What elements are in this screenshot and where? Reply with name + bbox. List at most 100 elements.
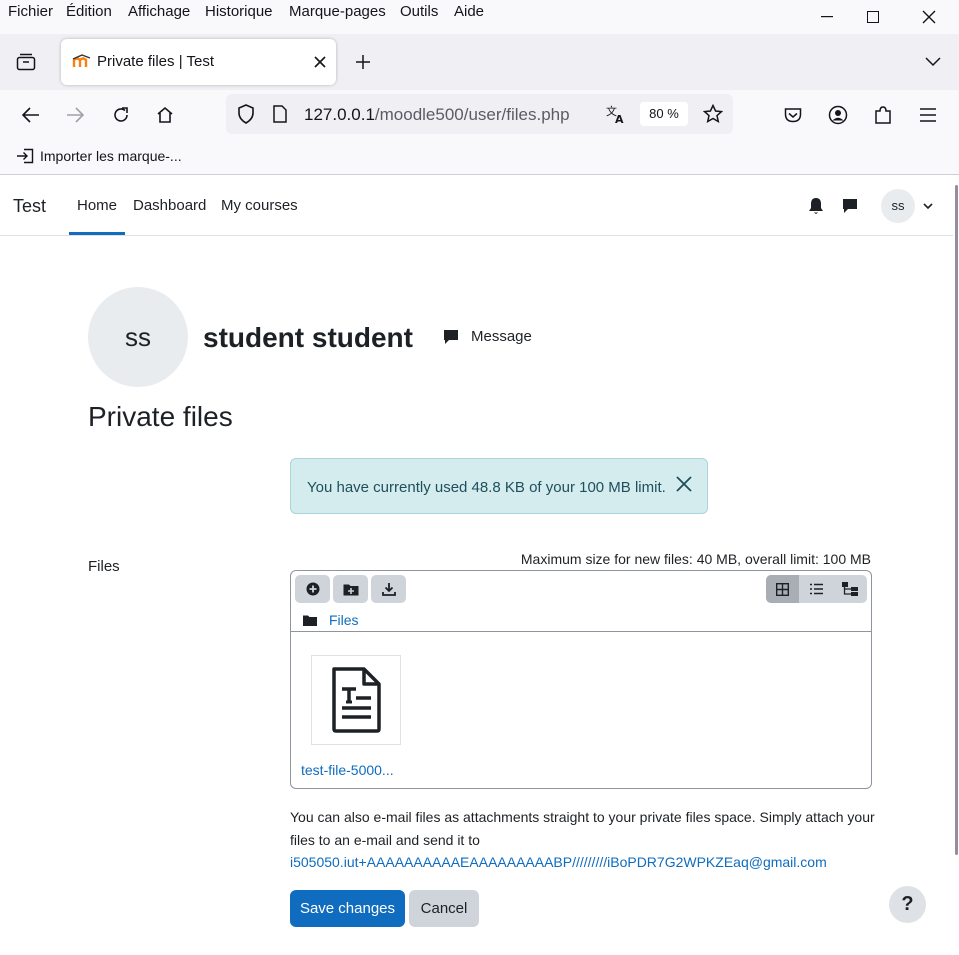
add-file-button[interactable] — [295, 575, 330, 603]
max-size-info: Maximum size for new files: 40 MB, overa… — [520, 551, 871, 567]
extensions-button[interactable] — [867, 99, 899, 131]
page-title: Private files — [88, 401, 233, 432]
page-info-icon[interactable] — [264, 98, 296, 130]
file-manager: Files test-file-5000... — [290, 570, 872, 789]
nav-my-courses[interactable]: My courses — [221, 197, 298, 214]
tab-private-files[interactable]: Private files | Test — [61, 39, 336, 85]
maximize-button[interactable] — [850, 0, 896, 34]
plus-circle-icon — [306, 582, 319, 596]
scrollbar-thumb[interactable] — [955, 185, 958, 855]
import-bookmarks-item[interactable]: Importer les marque-... — [16, 148, 182, 164]
alert-close-button[interactable] — [675, 475, 693, 498]
arrow-right-icon — [67, 107, 84, 123]
close-icon — [922, 10, 936, 24]
url-bar[interactable]: 127.0.0.1/moodle500/user/files.php 文A 80… — [226, 94, 733, 134]
reload-button[interactable] — [105, 99, 137, 131]
translate-icon[interactable]: 文A — [600, 98, 632, 130]
tab-list-button[interactable] — [10, 46, 42, 78]
nav-dashboard[interactable]: Dashboard — [133, 197, 206, 214]
email-address-link[interactable]: i505050.iut+AAAAAAAAAAEAAAAAAAAABP//////… — [290, 854, 827, 870]
zoom-level[interactable]: 80 % — [640, 102, 688, 126]
pocket-icon — [784, 108, 802, 123]
quota-alert: You have currently used 48.8 KB of your … — [290, 458, 708, 514]
tabs-drawer-icon — [16, 53, 36, 71]
menu-aide[interactable]: Aide — [454, 3, 484, 20]
chevron-down-icon — [925, 57, 941, 67]
puzzle-icon — [875, 106, 891, 124]
arrow-left-icon — [22, 107, 39, 123]
tab-strip: Private files | Test — [0, 34, 959, 90]
svg-text:A: A — [615, 113, 624, 124]
tab-title: Private files | Test — [97, 53, 214, 70]
menu-edition[interactable]: Édition — [66, 3, 112, 20]
list-all-tabs-button[interactable] — [917, 46, 949, 78]
tab-close-button[interactable] — [314, 52, 326, 73]
folder-icon — [303, 615, 317, 626]
message-label: Message — [471, 328, 532, 345]
file-name-link[interactable]: test-file-5000... — [301, 762, 394, 778]
cancel-button[interactable]: Cancel — [409, 890, 479, 927]
files-field-label: Files — [88, 558, 120, 575]
create-folder-button[interactable] — [333, 575, 368, 603]
help-button[interactable]: ? — [889, 886, 926, 923]
list-icon — [810, 583, 823, 595]
site-brand[interactable]: Test — [13, 196, 46, 217]
menu-fichier[interactable]: Fichier — [8, 3, 53, 20]
maximize-icon — [867, 11, 879, 23]
breadcrumb: Files — [303, 612, 359, 628]
scrollbar-track[interactable] — [953, 175, 959, 955]
download-all-button[interactable] — [371, 575, 406, 603]
chevron-down-icon — [923, 202, 933, 209]
profile-fullname: student student — [203, 322, 413, 353]
user-menu-toggle[interactable] — [912, 190, 944, 222]
menu-outils[interactable]: Outils — [400, 3, 438, 20]
message-button[interactable]: Message — [443, 328, 532, 345]
home-button[interactable] — [149, 99, 181, 131]
text-file-icon — [332, 667, 381, 733]
menu-bar: Fichier Édition Affichage Historique Mar… — [0, 0, 959, 26]
reload-icon — [114, 107, 128, 122]
new-tab-button[interactable] — [347, 46, 379, 78]
close-icon — [314, 56, 326, 68]
folder-plus-icon — [343, 584, 358, 595]
grid-icon — [776, 582, 789, 596]
app-menu-button[interactable] — [912, 99, 944, 131]
download-icon — [381, 583, 396, 596]
pocket-button[interactable] — [777, 99, 809, 131]
email-upload-info: You can also e-mail files as attachments… — [290, 806, 880, 874]
nav-home[interactable]: Home — [77, 197, 117, 214]
bookmark-star-icon[interactable] — [697, 98, 729, 130]
hamburger-icon — [920, 108, 936, 122]
moodle-logo-icon — [72, 54, 91, 67]
view-icons-button[interactable] — [766, 575, 799, 603]
menu-historique[interactable]: Historique — [205, 3, 273, 20]
bookmarks-toolbar: Importer les marque-... — [0, 140, 959, 175]
account-button[interactable] — [822, 99, 854, 131]
moodle-navbar: Test Home Dashboard My courses ss — [0, 175, 953, 236]
forward-button[interactable] — [59, 99, 91, 131]
bell-icon — [809, 198, 823, 214]
minimize-icon — [821, 16, 833, 18]
notifications-button[interactable] — [800, 190, 832, 222]
view-switcher — [766, 575, 867, 603]
url-text[interactable]: 127.0.0.1/moodle500/user/files.php — [304, 105, 570, 125]
back-button[interactable] — [15, 99, 47, 131]
file-thumbnail[interactable] — [311, 655, 401, 745]
plus-icon — [356, 55, 370, 69]
email-upload-text: You can also e-mail files as attachments… — [290, 809, 875, 848]
shield-icon[interactable] — [230, 98, 262, 130]
view-details-button[interactable] — [800, 575, 833, 603]
menu-affichage[interactable]: Affichage — [128, 3, 190, 20]
view-tree-button[interactable] — [833, 575, 866, 603]
import-icon — [17, 148, 34, 164]
save-changes-button[interactable]: Save changes — [290, 890, 405, 927]
menu-marque-pages[interactable]: Marque-pages — [289, 3, 386, 20]
breadcrumb-files-link[interactable]: Files — [329, 612, 359, 628]
user-menu-avatar[interactable]: ss — [881, 189, 915, 223]
profile-avatar: ss — [88, 287, 188, 387]
close-window-button[interactable] — [906, 0, 952, 34]
messages-button[interactable] — [834, 190, 866, 222]
account-icon — [828, 105, 848, 125]
close-icon — [676, 476, 692, 492]
minimize-button[interactable] — [804, 0, 850, 34]
